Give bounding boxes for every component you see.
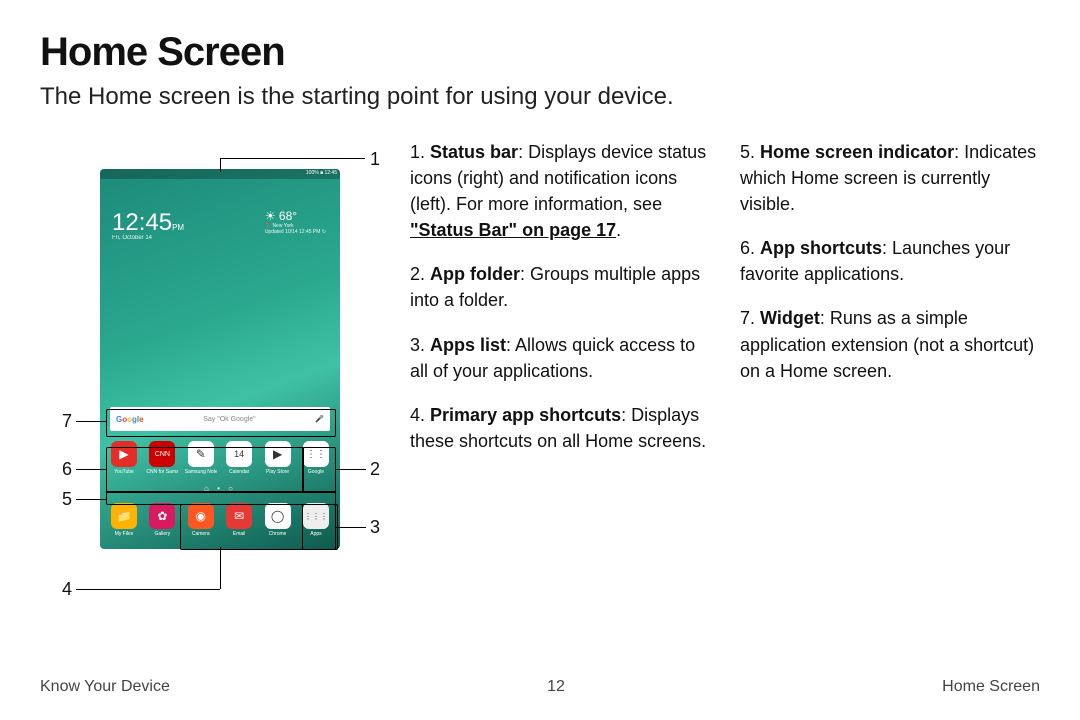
clock-date: Fri, October 14	[112, 235, 184, 241]
app-icon: 📁My Files	[108, 503, 140, 537]
mic-icon: 🎤	[315, 415, 324, 423]
device-app-row: ▶YouTubeCNNCNN for Samsung✎Samsung Notes…	[108, 441, 332, 475]
footer-right: Home Screen	[942, 678, 1040, 696]
page-subtitle: The Home screen is the starting point fo…	[40, 83, 1040, 111]
device-mockup: 100% ■ 12:45 12:45PM Fri, October 14 ☀ 6…	[100, 169, 340, 549]
device-page-indicator: ⌂ • ○	[100, 484, 340, 493]
app-icon: ✉Email	[223, 503, 255, 537]
weather-updated: Updated 10/14 12:45 PM ↻	[265, 229, 326, 235]
page-title: Home Screen	[40, 30, 1040, 75]
leader-4h	[76, 589, 220, 590]
device-clock: 12:45PM Fri, October 14	[112, 209, 184, 241]
app-icon: ⋮⋮⋮Apps	[300, 503, 332, 537]
app-icon: ◯Chrome	[262, 503, 294, 537]
device-search-widget: Google Say "Ok Google" 🎤	[110, 407, 330, 431]
app-icon: ✎Samsung Notes	[185, 441, 217, 475]
app-icon: 14Calendar	[223, 441, 255, 475]
clock-time: 12:45	[112, 209, 172, 236]
search-hint: Say "Ok Google"	[203, 416, 255, 423]
leader-4v	[220, 547, 221, 589]
leader-2	[336, 469, 366, 470]
leader-3	[336, 527, 366, 528]
callout-num-6: 6	[62, 459, 72, 480]
item-2: 2. App folder: Groups multiple apps into…	[410, 261, 710, 313]
callout-num-4: 4	[62, 579, 72, 600]
callout-num-7: 7	[62, 411, 72, 432]
diagram-area: 100% ■ 12:45 12:45PM Fri, October 14 ☀ 6…	[40, 139, 380, 472]
item-4: 4. Primary app shortcuts: Displays these…	[410, 402, 710, 454]
device-weather: ☀ 68° 📍 New York Updated 10/14 12:45 PM …	[265, 209, 326, 235]
item-6: 6. App shortcuts: Launches your favorite…	[740, 235, 1040, 287]
app-icon: ◉Camera	[185, 503, 217, 537]
leader-6	[76, 469, 106, 470]
app-icon: ⋮⋮Google	[300, 441, 332, 475]
callout-num-5: 5	[62, 489, 72, 510]
item-3: 3. Apps list: Allows quick access to all…	[410, 332, 710, 384]
leader-7	[76, 421, 106, 422]
clock-ampm: PM	[172, 223, 184, 232]
status-bar-link[interactable]: "Status Bar" on page 17	[410, 220, 616, 240]
app-icon: ▶Play Store	[262, 441, 294, 475]
leader-5	[76, 499, 106, 500]
footer-center: 12	[547, 678, 565, 696]
app-icon: ▶YouTube	[108, 441, 140, 475]
footer-left: Know Your Device	[40, 678, 170, 696]
device-primary-row: 📁My Files✿Gallery◉Camera✉Email◯Chrome⋮⋮⋮…	[108, 503, 332, 537]
callout-num-2: 2	[370, 459, 380, 480]
col-1: 1. Status bar: Displays device status ic…	[410, 139, 710, 472]
item-1: 1. Status bar: Displays device status ic…	[410, 139, 710, 243]
callout-num-3: 3	[370, 517, 380, 538]
description-columns: 1. Status bar: Displays device status ic…	[410, 139, 1040, 472]
app-icon: ✿Gallery	[146, 503, 178, 537]
leader-1v	[220, 158, 221, 172]
item-7: 7. Widget: Runs as a simple application …	[740, 305, 1040, 383]
callout-num-1: 1	[370, 149, 380, 170]
col-2: 5. Home screen indicator: Indicates whic…	[740, 139, 1040, 472]
google-logo: Google	[116, 415, 144, 424]
item-5: 5. Home screen indicator: Indicates whic…	[740, 139, 1040, 217]
leader-1h	[220, 158, 365, 159]
app-icon: CNNCNN for Samsung	[146, 441, 178, 475]
page-footer: Know Your Device 12 Home Screen	[40, 678, 1040, 696]
weather-temp: 68°	[279, 209, 297, 223]
